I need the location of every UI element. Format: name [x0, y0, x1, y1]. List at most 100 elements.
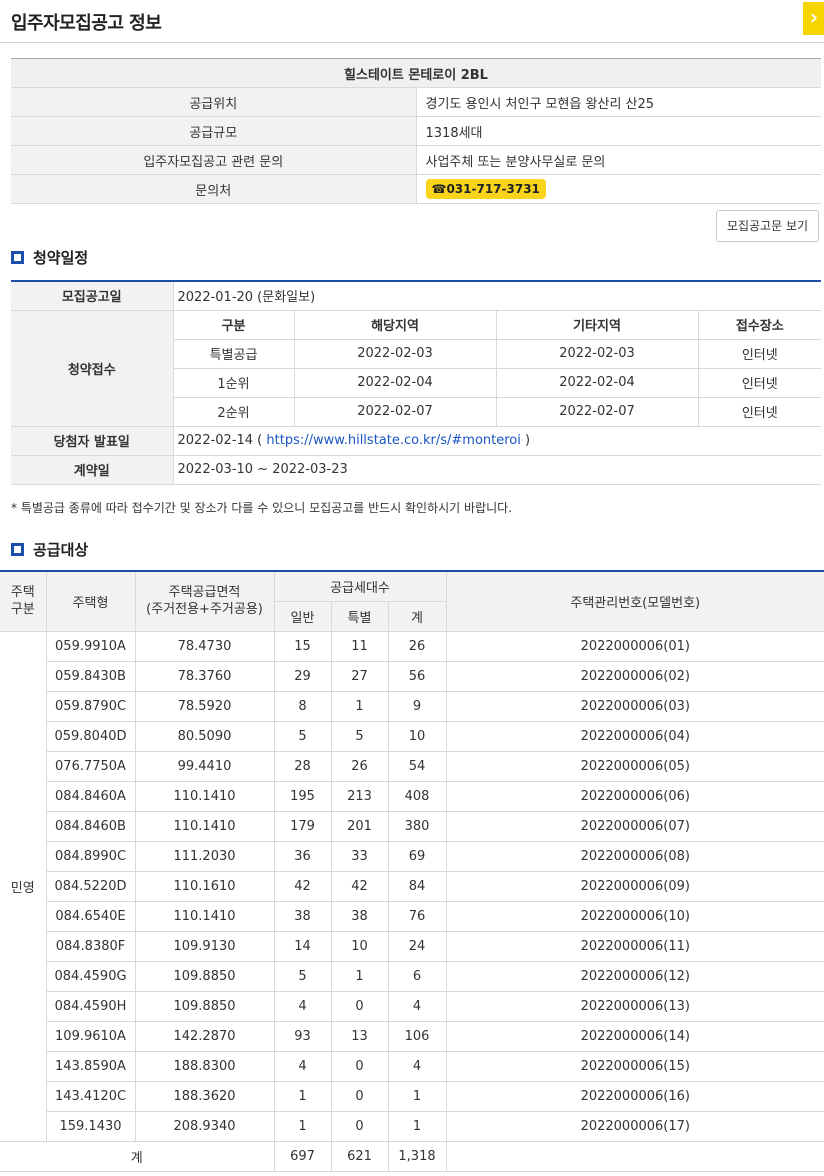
- type-cell: 084.8460B: [46, 810, 136, 842]
- supply-kind-cell: 민영: [0, 630, 47, 1142]
- special-cell: 1: [330, 960, 389, 992]
- area-cell: 109.8850: [134, 990, 275, 1022]
- model-cell: 2022000006(02): [445, 660, 824, 692]
- total-cell: 54: [387, 750, 447, 782]
- area-cell: 111.2030: [134, 840, 275, 872]
- model-cell: 2022000006(03): [445, 690, 824, 722]
- sched-header-other: 기타지역: [495, 310, 698, 340]
- sched-header-local: 해당지역: [293, 310, 496, 340]
- complex-info-table: 힐스테이트 몬테로이 2BL 공급위치 경기도 용인시 처인구 모현읍 왕산리 …: [11, 58, 821, 204]
- supply-header-count: 공급세대수: [273, 570, 447, 602]
- model-cell: 2022000006(13): [445, 990, 824, 1022]
- special-cell: 0: [330, 990, 389, 1022]
- square-bullet-icon: [11, 543, 24, 556]
- special-cell: 1: [330, 690, 389, 722]
- view-notice-button[interactable]: 모집공고문 보기: [716, 210, 819, 242]
- table-row: 059.8790C 78.5920 8 1 9 2022000006(03): [0, 690, 824, 722]
- type-cell: 059.8040D: [46, 720, 136, 752]
- area-cell: 78.3760: [134, 660, 275, 692]
- model-cell: 2022000006(15): [445, 1050, 824, 1082]
- square-bullet-icon: [11, 251, 24, 264]
- area-cell: 110.1410: [134, 780, 275, 812]
- general-cell: 5: [273, 720, 332, 752]
- total-cell: 6: [387, 960, 447, 992]
- table-row: 143.4120C 188.3620 1 0 1 2022000006(16): [0, 1080, 824, 1112]
- total-cell: 10: [387, 720, 447, 752]
- total-cell: 26: [387, 630, 447, 662]
- special-cell: 201: [330, 810, 389, 842]
- winner-value: 2022-02-14 ( https://www.hillstate.co.kr…: [173, 426, 822, 456]
- total-cell: 4: [387, 990, 447, 1022]
- general-cell: 1: [273, 1080, 332, 1112]
- table-row: 084.8380F 109.9130 14 10 24 2022000006(11): [0, 930, 824, 962]
- supply-header-model: 주택관리번호(모델번호): [445, 570, 824, 632]
- general-cell: 42: [273, 870, 332, 902]
- area-cell: 80.5090: [134, 720, 275, 752]
- type-cell: 143.8590A: [46, 1050, 136, 1082]
- type-cell: 084.4590G: [46, 960, 136, 992]
- type-cell: 084.8380F: [46, 930, 136, 962]
- general-total: 697: [273, 1140, 332, 1172]
- special-cell: 10: [330, 930, 389, 962]
- announce-value: 2022-01-20 (문화일보): [173, 281, 822, 311]
- general-cell: 4: [273, 990, 332, 1022]
- table-row: 143.8590A 188.8300 4 0 4 2022000006(15): [0, 1050, 824, 1082]
- total-cell: 69: [387, 840, 447, 872]
- area-cell: 188.3620: [134, 1080, 275, 1112]
- phone-button[interactable]: ☎031-717-3731: [425, 179, 546, 199]
- type-cell: 084.4590H: [46, 990, 136, 1022]
- total-cell: 380: [387, 810, 447, 842]
- area-cell: 78.5920: [134, 690, 275, 722]
- special-cell: 13: [330, 1020, 389, 1052]
- contract-value: 2022-03-10 ~ 2022-03-23: [173, 455, 822, 485]
- winner-link[interactable]: https://www.hillstate.co.kr/s/#monteroi: [266, 433, 520, 448]
- table-row: 084.4590G 109.8850 5 1 6 2022000006(12): [0, 960, 824, 992]
- general-cell: 4: [273, 1050, 332, 1082]
- apply-label: 청약접수: [11, 310, 174, 427]
- area-cell: 109.9130: [134, 930, 275, 962]
- winner-label: 당첨자 발표일: [11, 426, 174, 456]
- area-cell: 110.1410: [134, 900, 275, 932]
- complex-name: 힐스테이트 몬테로이 2BL: [11, 58, 821, 88]
- type-cell: 059.8430B: [46, 660, 136, 692]
- model-cell: 2022000006(05): [445, 750, 824, 782]
- model-cell: 2022000006(06): [445, 780, 824, 812]
- type-cell: 084.8990C: [46, 840, 136, 872]
- table-row: 109.9610A 142.2870 93 13 106 2022000006(14): [0, 1020, 824, 1052]
- supply-header-total: 계: [387, 600, 447, 632]
- chevron-right-icon[interactable]: ›: [803, 2, 824, 35]
- area-cell: 142.2870: [134, 1020, 275, 1052]
- info-label-inquiry: 입주자모집공고 관련 문의: [11, 145, 417, 175]
- supply-header-general: 일반: [274, 600, 332, 632]
- special-cell: 33: [330, 840, 389, 872]
- total-cell: 4: [387, 1050, 447, 1082]
- table-row: 084.8460A 110.1410 195 213 408 2022000006(06): [0, 780, 824, 812]
- special-cell: 38: [330, 900, 389, 932]
- page-header: 입주자모집공고 정보 ›: [0, 0, 824, 43]
- info-label-contact: 문의처: [11, 174, 417, 204]
- info-label-location: 공급위치: [11, 87, 417, 117]
- general-cell: 36: [273, 840, 332, 872]
- supply-table: 주택 구분 주택형 주택공급면적 (주거전용+주거공용) 공급세대수 주택관리번…: [0, 570, 824, 1172]
- table-row: 084.8460B 110.1410 179 201 380 2022000006(07): [0, 810, 824, 842]
- total-row: 계 697 621 1,318: [0, 1140, 824, 1172]
- total-cell: 84: [387, 870, 447, 902]
- total-cell: 24: [387, 930, 447, 962]
- info-label-scale: 공급규모: [11, 116, 417, 146]
- total-cell: 106: [387, 1020, 447, 1052]
- general-cell: 5: [273, 960, 332, 992]
- total-cell: 9: [387, 690, 447, 722]
- table-row: 084.6540E 110.1410 38 38 76 2022000006(10): [0, 900, 824, 932]
- total-model-empty: [445, 1140, 824, 1172]
- model-cell: 2022000006(17): [445, 1110, 824, 1142]
- general-cell: 1: [273, 1110, 332, 1142]
- total-label: 계: [0, 1140, 275, 1172]
- model-cell: 2022000006(01): [445, 630, 824, 662]
- model-cell: 2022000006(14): [445, 1020, 824, 1052]
- schedule-table: 모집공고일 2022-01-20 (문화일보) 청약접수 구분 해당지역 기타지…: [11, 280, 822, 485]
- area-cell: 99.4410: [134, 750, 275, 782]
- model-cell: 2022000006(07): [445, 810, 824, 842]
- schedule-note: * 특별공급 종류에 따라 접수기간 및 장소가 다를 수 있으니 모집공고를 …: [11, 501, 513, 515]
- model-cell: 2022000006(10): [445, 900, 824, 932]
- supply-header-kind: 주택 구분: [0, 570, 47, 632]
